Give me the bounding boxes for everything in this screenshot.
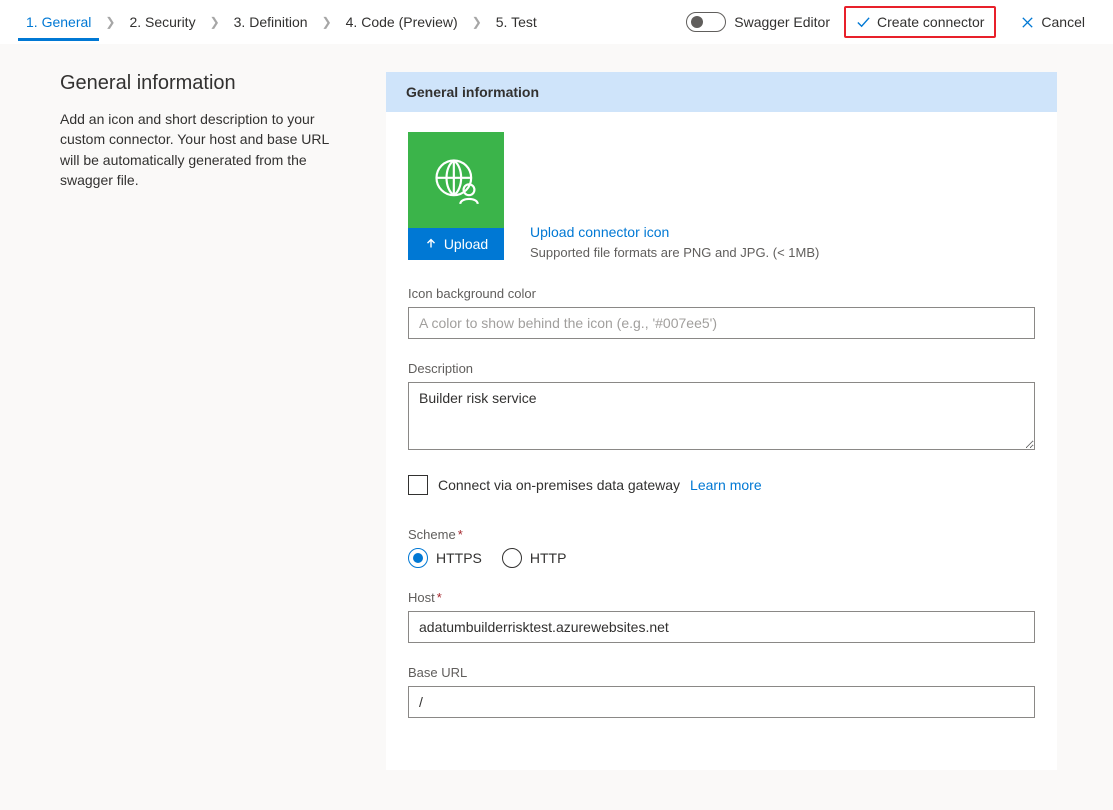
icon-bg-label: Icon background color: [408, 286, 1035, 301]
main-panel: General information: [386, 72, 1057, 770]
tab-label: 2. Security: [129, 14, 195, 30]
host-input[interactable]: [408, 611, 1035, 643]
button-label: Upload: [444, 236, 488, 252]
chevron-right-icon: ❯: [99, 15, 121, 29]
base-url-label: Base URL: [408, 665, 1035, 680]
host-label: Host*: [408, 590, 1035, 605]
upload-icon-link[interactable]: Upload connector icon: [530, 224, 819, 240]
button-label: Cancel: [1041, 14, 1085, 30]
sidebar: General information Add an icon and shor…: [60, 72, 340, 190]
globe-person-icon: [430, 154, 482, 206]
sidebar-title: General information: [60, 72, 340, 95]
connector-icon-preview: [408, 132, 504, 228]
wizard-steps: 1. General ❯ 2. Security ❯ 3. Definition…: [18, 4, 545, 41]
gateway-checkbox[interactable]: [408, 475, 428, 495]
close-icon: [1020, 15, 1035, 30]
gateway-learn-more-link[interactable]: Learn more: [690, 477, 762, 493]
radio-label: HTTPS: [436, 550, 482, 566]
chevron-right-icon: ❯: [204, 15, 226, 29]
chevron-right-icon: ❯: [466, 15, 488, 29]
upload-hint-text: Supported file formats are PNG and JPG. …: [530, 245, 819, 260]
checkmark-icon: [856, 15, 871, 30]
tab-security[interactable]: 2. Security: [121, 4, 203, 41]
host-label-text: Host: [408, 590, 435, 605]
gateway-label: Connect via on-premises data gateway: [438, 477, 680, 493]
tab-label: 5. Test: [496, 14, 537, 30]
panel-title: General information: [386, 72, 1057, 112]
toggle-label: Swagger Editor: [734, 14, 830, 30]
swagger-editor-toggle[interactable]: Swagger Editor: [686, 12, 830, 32]
page-content: General information Add an icon and shor…: [0, 44, 1113, 810]
upload-icon: [424, 237, 438, 251]
radio-checked-icon: [408, 548, 428, 568]
toggle-switch-icon[interactable]: [686, 12, 726, 32]
chevron-right-icon: ❯: [316, 15, 338, 29]
base-url-input[interactable]: [408, 686, 1035, 718]
tab-test[interactable]: 5. Test: [488, 4, 545, 41]
tab-general[interactable]: 1. General: [18, 4, 99, 41]
icon-upload-row: Upload Upload connector icon Supported f…: [408, 132, 1035, 260]
tab-definition[interactable]: 3. Definition: [226, 4, 316, 41]
radio-label: HTTP: [530, 550, 567, 566]
radio-unchecked-icon: [502, 548, 522, 568]
scheme-label: Scheme*: [408, 527, 1035, 542]
top-bar: 1. General ❯ 2. Security ❯ 3. Definition…: [0, 0, 1113, 44]
tab-label: 1. General: [26, 14, 91, 30]
description-label: Description: [408, 361, 1035, 376]
sidebar-description: Add an icon and short description to you…: [60, 109, 340, 190]
upload-info: Upload connector icon Supported file for…: [530, 224, 819, 260]
upload-button[interactable]: Upload: [408, 228, 504, 260]
scheme-https-radio[interactable]: HTTPS: [408, 548, 482, 568]
tab-label: 3. Definition: [234, 14, 308, 30]
create-connector-button[interactable]: Create connector: [844, 6, 996, 38]
top-actions: Swagger Editor Create connector Cancel: [686, 6, 1095, 38]
scheme-http-radio[interactable]: HTTP: [502, 548, 567, 568]
icon-bg-input[interactable]: [408, 307, 1035, 339]
scheme-label-text: Scheme: [408, 527, 456, 542]
description-input[interactable]: [408, 382, 1035, 450]
tab-code[interactable]: 4. Code (Preview): [338, 4, 466, 41]
tab-label: 4. Code (Preview): [346, 14, 458, 30]
cancel-button[interactable]: Cancel: [1010, 10, 1095, 34]
button-label: Create connector: [877, 14, 984, 30]
